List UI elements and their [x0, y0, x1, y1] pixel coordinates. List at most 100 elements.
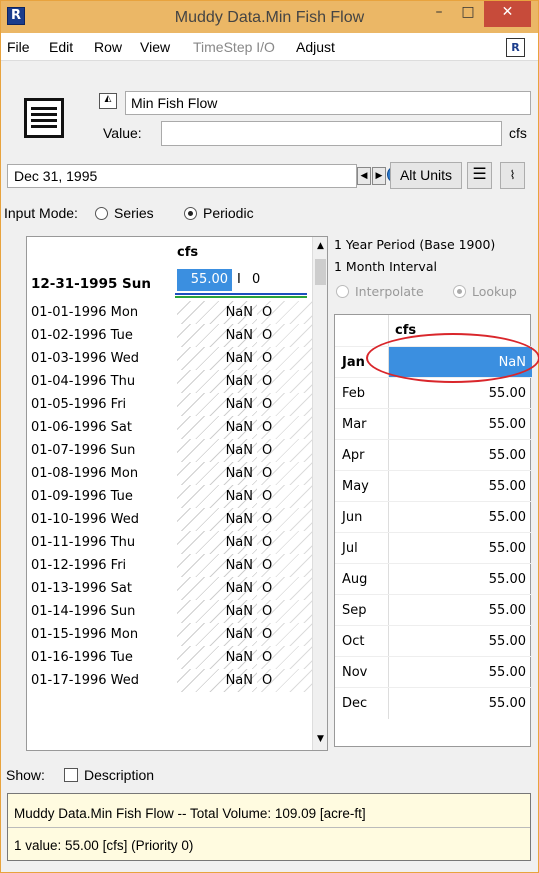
table-row[interactable]: 01-05-1996 Fri NaN O	[27, 393, 312, 416]
row-value-cell[interactable]: NaN	[177, 439, 257, 462]
value-label: Value:	[103, 125, 142, 141]
row-flag: O	[262, 581, 273, 596]
row-date: 01-16-1996 Tue	[31, 650, 133, 665]
interpolate-radio[interactable]	[336, 285, 349, 298]
table-row[interactable]: 01-14-1996 Sun NaN O	[27, 600, 312, 623]
row-date: 01-13-1996 Sat	[31, 581, 132, 596]
table-row[interactable]: 01-15-1996 Mon NaN O	[27, 623, 312, 646]
row-value-cell[interactable]: NaN	[177, 554, 257, 577]
maximize-button[interactable]: □	[454, 1, 482, 27]
minimize-button[interactable]: –	[425, 1, 453, 27]
row-value-cell[interactable]: NaN	[177, 416, 257, 439]
row-flag: O	[262, 604, 273, 619]
object-window-icon[interactable]: R	[506, 38, 525, 57]
row-value: NaN	[225, 466, 253, 481]
row-value-cell[interactable]: NaN	[177, 531, 257, 554]
series-units-header: cfs	[177, 245, 199, 260]
description-checkbox[interactable]	[64, 768, 78, 782]
status-panel: Muddy Data.Min Fish Flow -- Total Volume…	[7, 793, 531, 861]
month-value: 55.00	[488, 665, 526, 680]
table-row[interactable]: 01-07-1996 Sun NaN O	[27, 439, 312, 462]
row-value-cell[interactable]: NaN	[177, 485, 257, 508]
row-value-cell[interactable]: NaN	[177, 462, 257, 485]
table-row[interactable]: 01-11-1996 Thu NaN O	[27, 531, 312, 554]
date-field-text: Dec 31, 1995	[14, 168, 98, 184]
row-value-cell[interactable]: NaN	[177, 623, 257, 646]
row-value: NaN	[225, 397, 253, 412]
scroll-down-icon[interactable]: ▼	[317, 734, 324, 744]
row-value-cell[interactable]: NaN	[177, 301, 257, 324]
previous-date-button[interactable]: ◀	[357, 167, 371, 185]
object-name-field[interactable]: Min Fish Flow	[125, 91, 531, 115]
row-date: 01-11-1996 Thu	[31, 535, 136, 550]
series-table: cfs 12-31-1995 Sun 55.00 I 0 01-01-1996 …	[26, 236, 328, 751]
month-row[interactable]: Dec 55.00	[335, 687, 532, 719]
next-date-button[interactable]: ▶	[372, 167, 386, 185]
menu-row[interactable]: Row	[94, 39, 122, 55]
row-value-cell[interactable]: NaN	[177, 600, 257, 623]
month-row[interactable]: Jun 55.00	[335, 501, 532, 533]
row-value-cell[interactable]: NaN	[177, 347, 257, 370]
table-row[interactable]: 01-02-1996 Tue NaN O	[27, 324, 312, 347]
table-row[interactable]: 01-04-1996 Thu NaN O	[27, 370, 312, 393]
row-date: 01-04-1996 Thu	[31, 374, 136, 389]
scroll-up-icon[interactable]: ▲	[317, 241, 324, 251]
month-label: Jul	[342, 541, 358, 556]
row-value-cell[interactable]: NaN	[177, 324, 257, 347]
row-value-cell[interactable]: NaN	[177, 370, 257, 393]
month-row[interactable]: Aug 55.00	[335, 563, 532, 595]
description-checkbox-label: Description	[84, 767, 155, 783]
month-row[interactable]: Nov 55.00	[335, 656, 532, 688]
date-field[interactable]: Dec 31, 1995	[7, 164, 357, 188]
object-name-text: Min Fish Flow	[131, 95, 218, 111]
month-row[interactable]: May 55.00	[335, 470, 532, 502]
row-flag: O	[262, 374, 273, 389]
row-date: 01-15-1996 Mon	[31, 627, 139, 642]
menu-timestep-io[interactable]: TimeStep I/O	[193, 39, 275, 55]
month-row[interactable]: Apr 55.00	[335, 439, 532, 471]
series-radio[interactable]	[95, 207, 108, 220]
table-row[interactable]: 01-12-1996 Fri NaN O	[27, 554, 312, 577]
table-row[interactable]: 01-17-1996 Wed NaN O	[27, 669, 312, 692]
month-value: 55.00	[488, 510, 526, 525]
menu-adjust[interactable]: Adjust	[296, 39, 335, 55]
chart-icon[interactable]: ◭	[99, 93, 117, 109]
table-row[interactable]: 01-08-1996 Mon NaN O	[27, 462, 312, 485]
table-row[interactable]: 01-16-1996 Tue NaN O	[27, 646, 312, 669]
menu-view[interactable]: View	[140, 39, 170, 55]
table-row[interactable]: 01-10-1996 Wed NaN O	[27, 508, 312, 531]
month-row[interactable]: Sep 55.00	[335, 594, 532, 626]
month-row[interactable]: Jul 55.00	[335, 532, 532, 564]
table-row[interactable]: 01-09-1996 Tue NaN O	[27, 485, 312, 508]
value-input[interactable]	[161, 121, 502, 146]
plot-view-icon[interactable]: ⌇	[500, 162, 525, 189]
table-row[interactable]: 01-06-1996 Sat NaN O	[27, 416, 312, 439]
row-value: NaN	[225, 604, 253, 619]
table-row[interactable]: 01-01-1996 Mon NaN O	[27, 301, 312, 324]
value-units: cfs	[509, 125, 527, 141]
row-value-cell[interactable]: NaN	[177, 577, 257, 600]
table-row[interactable]: 01-03-1996 Wed NaN O	[27, 347, 312, 370]
row-value-cell[interactable]: NaN	[177, 646, 257, 669]
month-row[interactable]: Oct 55.00	[335, 625, 532, 657]
month-row[interactable]: Mar 55.00	[335, 408, 532, 440]
row-flag: O	[262, 466, 273, 481]
current-value-cell[interactable]: 55.00	[177, 269, 232, 291]
lookup-radio[interactable]	[453, 285, 466, 298]
row-value-cell[interactable]: NaN	[177, 393, 257, 416]
close-button[interactable]: ✕	[484, 1, 531, 27]
row-value-cell[interactable]: NaN	[177, 669, 257, 692]
table-scrollbar[interactable]: ▲ ▼	[312, 237, 327, 750]
current-row[interactable]: 12-31-1995 Sun 55.00 I 0	[27, 269, 312, 298]
periodic-radio[interactable]	[184, 207, 197, 220]
menu-file[interactable]: File	[7, 39, 30, 55]
menu-edit[interactable]: Edit	[49, 39, 73, 55]
list-view-icon[interactable]: ☰	[467, 162, 492, 189]
table-row[interactable]: 01-13-1996 Sat NaN O	[27, 577, 312, 600]
alt-units-button[interactable]: Alt Units	[390, 162, 462, 189]
scroll-thumb[interactable]	[315, 259, 326, 285]
periodic-radio-label: Periodic	[203, 205, 254, 221]
row-value-cell[interactable]: NaN	[177, 508, 257, 531]
row-value: NaN	[225, 374, 253, 389]
period-text: 1 Year Period (Base 1900)	[334, 237, 496, 252]
